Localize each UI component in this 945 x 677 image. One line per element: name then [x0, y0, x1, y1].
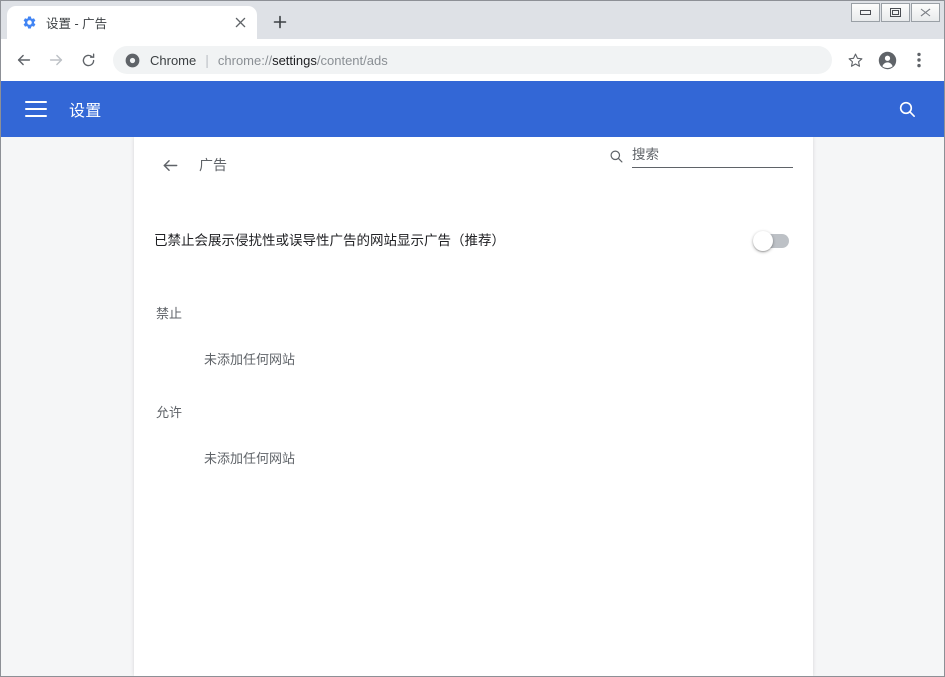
settings-card: 广告 已禁止会展示侵扰性或误导性广告的网站显示广告（推荐） [134, 137, 813, 676]
new-tab-button[interactable] [265, 7, 295, 37]
search-icon [609, 149, 625, 168]
account-avatar-icon[interactable] [872, 45, 902, 75]
settings-search-box[interactable] [609, 146, 793, 168]
section-empty-allow: 未添加任何网站 [154, 421, 793, 467]
url-prefix: chrome:// [218, 53, 272, 68]
toggle-knob [753, 231, 773, 251]
omnibox-chip-label: Chrome [150, 53, 196, 68]
url-host: settings [272, 53, 317, 68]
ads-toggle-label: 已禁止会展示侵扰性或误导性广告的网站显示广告（推荐） [154, 231, 753, 251]
url-path: /content/ads [317, 53, 388, 68]
back-arrow-icon[interactable] [9, 45, 39, 75]
search-input[interactable] [632, 147, 793, 162]
settings-page-body: 广告 已禁止会展示侵扰性或误导性广告的网站显示广告（推荐） [1, 137, 944, 676]
address-bar[interactable]: Chrome | chrome://settings/content/ads [113, 46, 832, 74]
tab-title: 设置 - 广告 [46, 13, 222, 32]
scroll-gutter[interactable] [929, 137, 944, 676]
page-title: 广告 [199, 155, 227, 175]
omnibox-url: chrome://settings/content/ads [218, 53, 388, 68]
omnibox-separator: | [205, 53, 209, 68]
minimize-button[interactable] [851, 3, 880, 22]
section-block-list: 禁止 未添加任何网站 [154, 269, 793, 368]
browser-tab[interactable]: 设置 - 广告 [7, 6, 257, 39]
close-button[interactable] [911, 3, 940, 22]
section-title-block: 禁止 [154, 303, 793, 322]
section-allow-list: 允许 未添加任何网站 [154, 368, 793, 467]
settings-title: 设置 [69, 97, 102, 121]
section-empty-block: 未添加任何网站 [154, 322, 793, 368]
star-icon[interactable] [840, 45, 870, 75]
chrome-logo-icon [125, 53, 141, 68]
search-input-wrapper [632, 146, 793, 168]
browser-window: 设置 - 广告 [0, 0, 945, 677]
arrow-back-icon[interactable] [156, 151, 184, 179]
reload-icon[interactable] [73, 45, 103, 75]
subpage-header: 广告 [154, 137, 793, 193]
maximize-button[interactable] [881, 3, 910, 22]
settings-gear-icon [21, 15, 37, 31]
header-search-icon[interactable] [892, 94, 922, 124]
browser-toolbar: Chrome | chrome://settings/content/ads [1, 39, 944, 81]
three-dot-menu-icon[interactable] [904, 45, 934, 75]
ads-toggle-switch[interactable] [753, 234, 789, 248]
tab-close-icon[interactable] [231, 14, 249, 32]
window-controls [851, 3, 940, 22]
settings-header: 设置 [1, 81, 944, 137]
section-title-allow: 允许 [154, 402, 793, 421]
ads-toggle-row[interactable]: 已禁止会展示侵扰性或误导性广告的网站显示广告（推荐） [154, 213, 793, 269]
forward-arrow-icon [41, 45, 71, 75]
tab-strip: 设置 - 广告 [1, 1, 944, 39]
hamburger-menu-icon[interactable] [25, 101, 47, 117]
